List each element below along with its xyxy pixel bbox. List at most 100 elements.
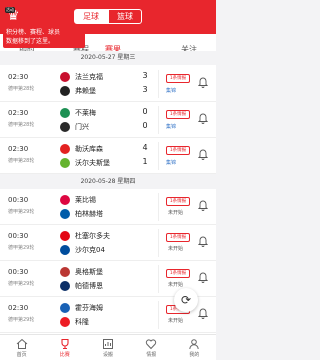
bell-icon[interactable] [198, 235, 208, 247]
feature-tooltip[interactable]: 积分榜、赛程、球员 数据移到了这里。 [3, 22, 85, 48]
home-team-name: 法兰克福 [75, 73, 103, 81]
match-status: 未开始 [168, 318, 184, 324]
home-team-crest-icon [60, 195, 70, 205]
bell-icon[interactable] [198, 76, 208, 88]
intel-badge[interactable]: 1条情报 [166, 233, 190, 242]
match-row[interactable]: 00:30 德甲第29轮 杜塞尔多夫 沙尔克04 1条情报 未开始 [0, 225, 216, 261]
match-league: 德甲第29轮 [8, 209, 35, 215]
match-time: 00:30 [8, 268, 29, 276]
home-team-crest-icon [60, 267, 70, 277]
away-team-crest-icon [60, 245, 70, 255]
divider [158, 229, 159, 257]
intel-badge[interactable]: 1条情报 [166, 74, 190, 83]
bell-icon[interactable] [198, 271, 208, 283]
divider [158, 106, 159, 134]
date-header: 2020-05-27 星期三 [0, 51, 216, 65]
home-team-name: 霍芬海姆 [75, 304, 103, 312]
away-team-crest-icon [60, 281, 70, 291]
match-time: 00:30 [8, 196, 29, 204]
match-status[interactable]: 集锦 [166, 123, 176, 130]
intel-badge[interactable]: 1条情报 [166, 110, 190, 119]
tab-football[interactable]: 足球 [74, 9, 108, 24]
divider [158, 70, 159, 98]
away-team-crest-icon [60, 209, 70, 219]
nav-matches[interactable]: 比赛 [43, 335, 86, 360]
match-time: 02:30 [8, 73, 29, 81]
match-time: 00:30 [8, 232, 29, 240]
home-score: 0 [142, 107, 148, 116]
away-team: 科隆 [60, 316, 89, 328]
away-team: 沙尔克04 [60, 244, 105, 256]
tooltip-line-1: 积分榜、赛程、球员 [6, 29, 61, 36]
match-status[interactable]: 集锦 [166, 159, 176, 166]
bell-icon[interactable] [198, 199, 208, 211]
away-team-crest-icon [60, 317, 70, 327]
divider [158, 142, 159, 170]
away-team-crest-icon [60, 158, 70, 168]
home-team-crest-icon [60, 108, 70, 118]
away-team: 柏林赫塔 [60, 208, 103, 220]
bell-icon[interactable] [198, 148, 208, 160]
home-team-crest-icon [60, 144, 70, 154]
intel-badge[interactable]: 1条情报 [166, 146, 190, 155]
match-league: 德甲第28轮 [8, 86, 35, 92]
tab-basketball[interactable]: 篮球 [108, 9, 142, 24]
away-team-crest-icon [60, 122, 70, 132]
away-team-name: 沙尔克04 [75, 246, 105, 254]
match-league: 德甲第29轮 [8, 317, 35, 323]
match-row[interactable]: 00:30 德甲第29轮 莱比锡 柏林赫塔 1条情报 未开始 [0, 189, 216, 225]
away-team: 沃尔夫斯堡 [60, 157, 110, 169]
away-team: 门兴 [60, 121, 89, 133]
nav-data[interactable]: 设搬 [86, 335, 129, 360]
home-score: 4 [142, 143, 148, 152]
home-team: 莱比锡 [60, 194, 96, 206]
home-team-name: 莱比锡 [75, 196, 96, 204]
match-row[interactable]: 02:30 德甲第28轮 勒沃库森 沃尔夫斯堡 4 1 1条情报 集锦 [0, 138, 216, 174]
match-league: 德甲第29轮 [8, 245, 35, 251]
nav-profile-label: 我的 [189, 352, 200, 358]
home-icon [16, 338, 27, 349]
tooltip-line-2: 数据移到了这里。 [6, 38, 55, 45]
home-team: 勒沃库森 [60, 143, 103, 155]
away-team-name: 柏林赫塔 [75, 210, 103, 218]
away-team-name: 帕德博恩 [75, 282, 103, 290]
bell-icon[interactable] [198, 307, 208, 319]
activity-badge: 活动 [5, 7, 15, 13]
nav-profile[interactable]: 我的 [173, 335, 216, 360]
match-league: 德甲第29轮 [8, 281, 35, 287]
home-team: 不莱梅 [60, 107, 96, 119]
home-team: 霍芬海姆 [60, 302, 103, 314]
chart-icon [103, 339, 113, 349]
home-team-name: 勒沃库森 [75, 145, 103, 153]
away-team-crest-icon [60, 86, 70, 96]
match-row[interactable]: 02:30 德甲第28轮 不莱梅 门兴 0 0 1条情报 集锦 [0, 102, 216, 138]
sport-tabs: 足球 篮球 [74, 9, 142, 24]
home-score: 3 [142, 71, 148, 80]
match-row[interactable]: 02:30 德甲第28轮 法兰克福 弗赖堡 3 3 1条情报 集锦 [0, 66, 216, 102]
home-team: 法兰克福 [60, 71, 103, 83]
heart-icon [146, 339, 157, 350]
match-status[interactable]: 集锦 [166, 87, 176, 94]
bottom-nav: 首页 比赛 设搬 情报 我的 [0, 334, 216, 360]
home-team-crest-icon [60, 231, 70, 241]
away-team: 弗赖堡 [60, 85, 96, 97]
intel-badge[interactable]: 1条情报 [166, 269, 190, 278]
home-team-name: 不莱梅 [75, 109, 96, 117]
refresh-button[interactable]: ⟳ [174, 288, 198, 312]
intel-badge[interactable]: 1条情报 [166, 197, 190, 206]
date-header: 2020-05-28 星期四 [0, 175, 216, 189]
bell-icon[interactable] [198, 112, 208, 124]
match-time: 02:30 [8, 145, 29, 153]
match-status: 未开始 [168, 282, 184, 288]
nav-intel[interactable]: 情报 [130, 335, 173, 360]
divider [158, 265, 159, 293]
match-time: 02:30 [8, 304, 29, 312]
nav-data-label: 设搬 [103, 352, 114, 358]
trophy-icon [61, 338, 69, 350]
home-team-crest-icon [60, 303, 70, 313]
nav-matches-label: 比赛 [59, 352, 70, 358]
home-team: 奥格斯堡 [60, 266, 103, 278]
user-icon [189, 339, 200, 350]
divider [158, 301, 159, 329]
nav-home[interactable]: 首页 [0, 335, 43, 360]
